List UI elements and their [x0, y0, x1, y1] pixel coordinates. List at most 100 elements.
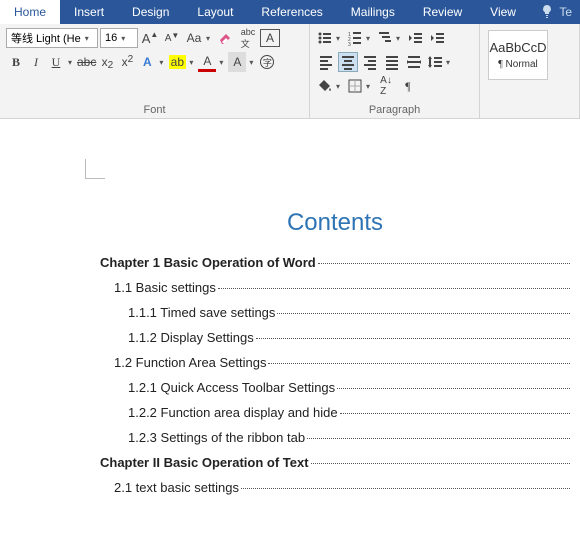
- superscript-button[interactable]: x2: [117, 52, 137, 72]
- multilevel-icon: [377, 30, 393, 46]
- align-left-icon: [318, 54, 334, 70]
- toc-entry-text: 1.1.1 Timed save settings: [128, 305, 275, 320]
- underline-button[interactable]: U▾: [46, 52, 76, 72]
- toc-leader: [318, 263, 570, 264]
- align-left-button[interactable]: [316, 52, 336, 72]
- bold-button[interactable]: B: [6, 52, 26, 72]
- style-normal[interactable]: AaBbCcD ¶ Normal: [488, 30, 548, 80]
- toc-entry-text: 1.2.3 Settings of the ribbon tab: [128, 430, 305, 445]
- toc-entry[interactable]: 1.2.2 Function area display and hide: [128, 405, 570, 420]
- tab-references[interactable]: References: [247, 0, 336, 24]
- style-name: Normal: [506, 59, 538, 70]
- clear-formatting-button[interactable]: [216, 28, 236, 48]
- numbering-button[interactable]: 123 ▾: [346, 28, 374, 48]
- font-size-combo[interactable]: 16 ▾: [100, 28, 138, 48]
- paragraph-group: ▾ 123 ▾ ▾: [310, 24, 480, 118]
- toc-entry[interactable]: 1.1.2 Display Settings: [128, 330, 570, 345]
- styles-group: AaBbCcD ¶ Normal: [480, 24, 580, 118]
- page-corner-mark: [85, 159, 105, 179]
- distributed-button[interactable]: [404, 52, 424, 72]
- align-right-icon: [362, 54, 378, 70]
- toc-entry[interactable]: Chapter 1 Basic Operation of Word: [100, 255, 570, 270]
- subscript-button[interactable]: x2: [97, 52, 117, 72]
- toc-entry-text: 1.1.2 Display Settings: [128, 330, 254, 345]
- toc-entry-text: 1.2.1 Quick Access Toolbar Settings: [128, 380, 335, 395]
- tab-design[interactable]: Design: [118, 0, 183, 24]
- toc-leader: [340, 413, 570, 414]
- tell-me[interactable]: Te: [531, 0, 580, 24]
- numbering-icon: 123: [347, 30, 363, 46]
- justify-icon: [384, 54, 400, 70]
- character-border-button[interactable]: A: [260, 29, 280, 47]
- chevron-down-icon: ▾: [121, 34, 125, 43]
- highlight-button[interactable]: ab▾: [167, 52, 197, 72]
- grow-font-button[interactable]: A▲: [140, 28, 160, 48]
- indent-icon: [430, 30, 446, 46]
- eraser-icon: [218, 30, 234, 46]
- align-right-button[interactable]: [360, 52, 380, 72]
- tell-me-text: Te: [559, 5, 572, 19]
- toc-leader: [277, 313, 570, 314]
- tab-view[interactable]: View: [476, 0, 530, 24]
- toc-leader: [337, 388, 570, 389]
- align-center-button[interactable]: [338, 52, 358, 72]
- shading-button[interactable]: ▾: [316, 76, 344, 96]
- tab-mailings[interactable]: Mailings: [337, 0, 409, 24]
- character-shading-button[interactable]: A▾: [227, 52, 257, 72]
- toc-entry[interactable]: Chapter II Basic Operation of Text: [100, 455, 570, 470]
- contents-heading: Contents: [100, 209, 570, 237]
- toc-leader: [241, 488, 570, 489]
- font-color-button[interactable]: A▾: [197, 52, 227, 72]
- table-of-contents: Chapter 1 Basic Operation of Word 1.1 Bas…: [100, 255, 570, 495]
- font-size-value: 16: [105, 32, 117, 44]
- borders-icon: [347, 78, 363, 94]
- paint-bucket-icon: [317, 78, 333, 94]
- distributed-icon: [406, 54, 422, 70]
- strikethrough-button[interactable]: abc: [76, 52, 97, 72]
- sort-button[interactable]: A↓Z: [376, 76, 396, 96]
- toc-leader: [307, 438, 570, 439]
- toc-entry-text: 1.2 Function Area Settings: [114, 355, 266, 370]
- chevron-down-icon: ▾: [85, 34, 89, 43]
- toc-leader: [218, 288, 570, 289]
- font-group: 等线 Light (He ▾ 16 ▾ A▲ A▼ Aa▾ abc文 A B I: [0, 24, 310, 118]
- toc-entry-text: Chapter II Basic Operation of Text: [100, 455, 309, 470]
- enclose-characters-button[interactable]: 字: [257, 52, 277, 72]
- bullets-icon: [317, 30, 333, 46]
- bullets-button[interactable]: ▾: [316, 28, 344, 48]
- italic-button[interactable]: I: [26, 52, 46, 72]
- tab-layout[interactable]: Layout: [183, 0, 247, 24]
- toc-leader: [311, 463, 570, 464]
- line-spacing-button[interactable]: ▾: [426, 52, 454, 72]
- toc-entry[interactable]: 1.1.1 Timed save settings: [128, 305, 570, 320]
- shrink-font-button[interactable]: A▼: [162, 28, 182, 48]
- font-name-combo[interactable]: 等线 Light (He ▾: [6, 28, 98, 48]
- decrease-indent-button[interactable]: [406, 28, 426, 48]
- align-center-icon: [340, 54, 356, 70]
- tab-home[interactable]: Home: [0, 0, 60, 24]
- toc-entry[interactable]: 1.2 Function Area Settings: [114, 355, 570, 370]
- borders-button[interactable]: ▾: [346, 76, 374, 96]
- document-canvas[interactable]: Contents Chapter 1 Basic Operation of Wo…: [0, 119, 580, 540]
- toc-leader: [256, 338, 570, 339]
- toc-entry-text: 1.2.2 Function area display and hide: [128, 405, 338, 420]
- text-effects-button[interactable]: A▾: [137, 52, 167, 72]
- tab-insert[interactable]: Insert: [60, 0, 118, 24]
- paragraph-group-label: Paragraph: [316, 102, 473, 116]
- tab-review[interactable]: Review: [409, 0, 476, 24]
- toc-entry[interactable]: 2.1 text basic settings: [114, 480, 570, 495]
- increase-indent-button[interactable]: [428, 28, 448, 48]
- justify-button[interactable]: [382, 52, 402, 72]
- toc-entry-text: 1.1 Basic settings: [114, 280, 216, 295]
- font-group-label: Font: [6, 102, 303, 116]
- toc-entry[interactable]: 1.1 Basic settings: [114, 280, 570, 295]
- toc-entry[interactable]: 1.2.3 Settings of the ribbon tab: [128, 430, 570, 445]
- document-body: Contents Chapter 1 Basic Operation of Wo…: [100, 209, 570, 495]
- phonetic-guide-button[interactable]: abc文: [238, 28, 258, 48]
- change-case-button[interactable]: Aa▾: [184, 28, 214, 48]
- toc-leader: [268, 363, 570, 364]
- font-name-value: 等线 Light (He: [11, 30, 81, 46]
- multilevel-list-button[interactable]: ▾: [376, 28, 404, 48]
- show-hide-button[interactable]: ¶: [398, 76, 418, 96]
- toc-entry[interactable]: 1.2.1 Quick Access Toolbar Settings: [128, 380, 570, 395]
